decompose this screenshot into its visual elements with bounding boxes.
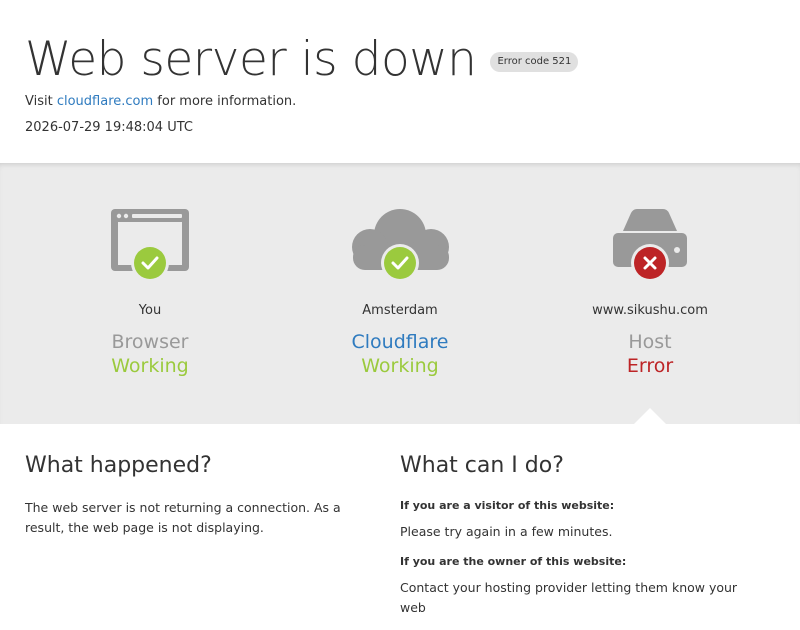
node-location: www.sikushu.com bbox=[592, 303, 708, 318]
visit-prefix: Visit bbox=[25, 94, 57, 109]
error-code-badge: Error code 521 bbox=[490, 52, 579, 72]
node-kind[interactable]: Cloudflare bbox=[275, 330, 525, 354]
check-icon bbox=[381, 244, 419, 282]
check-icon bbox=[131, 244, 169, 282]
what-happened-body: The web server is not returning a connec… bbox=[25, 500, 341, 535]
visit-suffix: for more information. bbox=[153, 94, 297, 109]
page-header: Web server is down Error code 521 Visit … bbox=[0, 0, 800, 163]
node-status: Error bbox=[626, 355, 674, 377]
node-kind: Browser bbox=[111, 331, 189, 353]
visitor-body: Please try again in a few minutes. bbox=[400, 524, 613, 539]
node-location: You bbox=[138, 303, 162, 318]
node-kind: Host bbox=[628, 331, 672, 353]
owner-heading: If you are the owner of this website: bbox=[400, 555, 627, 568]
error-pointer-arrow bbox=[634, 408, 666, 424]
visitor-heading: If you are a visitor of this website: bbox=[400, 499, 615, 512]
cloudflare-link[interactable]: cloudflare.com bbox=[57, 94, 153, 109]
error-x-icon bbox=[631, 244, 669, 282]
server-icon bbox=[525, 205, 775, 285]
node-status: Working bbox=[111, 355, 189, 377]
what-happened-heading: What happened? bbox=[25, 453, 212, 478]
explanation-section: What happened? The web server is not ret… bbox=[0, 424, 800, 615]
browser-icon bbox=[25, 205, 275, 285]
status-band: You Browser Working Amsterdam Cloudflare… bbox=[0, 163, 800, 424]
owner-body: Contact your hosting provider letting th… bbox=[400, 580, 738, 615]
cloud-icon bbox=[275, 205, 525, 285]
what-can-i-do-heading: What can I do? bbox=[400, 453, 564, 478]
visit-line: Visit cloudflare.com for more informatio… bbox=[25, 94, 296, 109]
timestamp: 2026-07-29 19:48:04 UTC bbox=[25, 120, 193, 135]
node-status: Working bbox=[361, 355, 439, 377]
what-can-i-do-column: What can I do? If you are a visitor of t… bbox=[400, 452, 760, 630]
what-happened-column: What happened? The web server is not ret… bbox=[25, 452, 383, 550]
title-row: Web server is down Error code 521 bbox=[25, 30, 579, 90]
node-location: Amsterdam bbox=[362, 303, 438, 318]
page-title: Web server is down bbox=[25, 32, 477, 87]
